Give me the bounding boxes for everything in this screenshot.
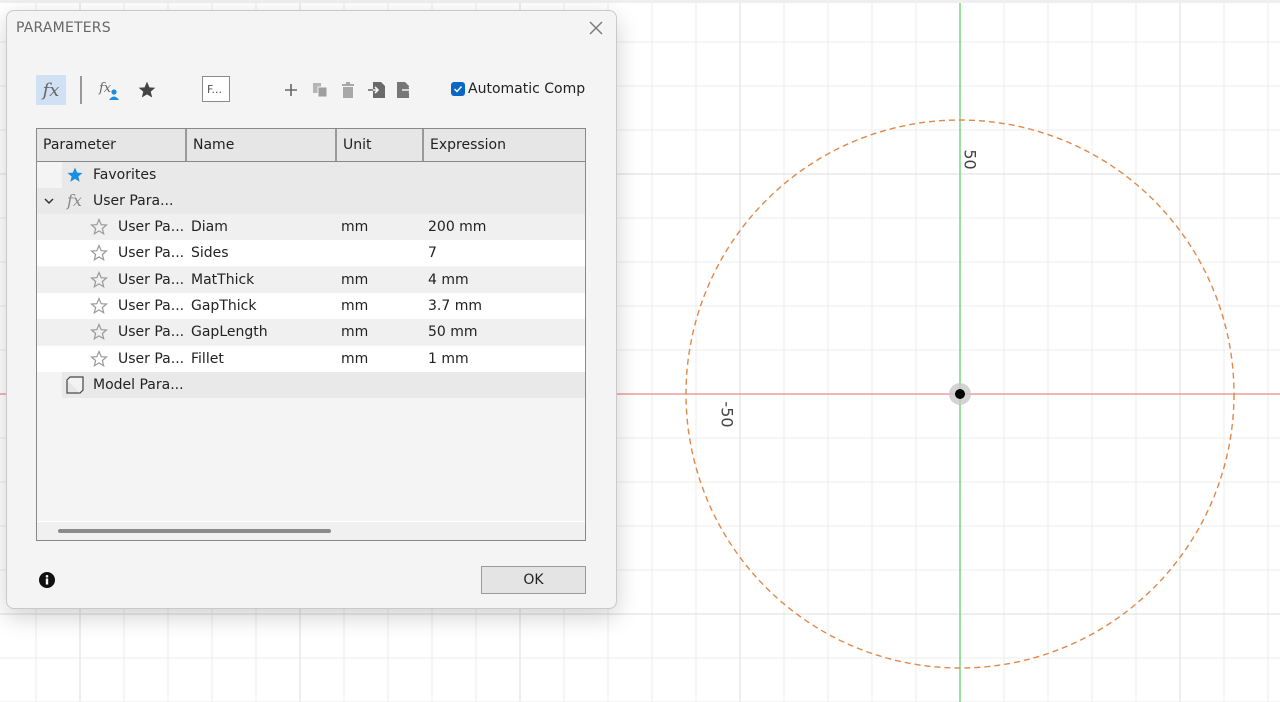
cell-parameter: User Pa... [118,324,185,341]
cell-unit[interactable]: mm [341,267,368,293]
favorite-star-filled-icon [67,167,83,182]
cell-parameter: User Pa... [118,271,185,288]
favorite-star-outline-icon[interactable] [90,218,108,236]
cell-expression[interactable]: 200 mm [428,214,486,240]
cell-expression[interactable]: 4 mm [428,267,469,293]
parameters-table: Parameter ▽ Name Unit Expression Favorit… [36,128,586,541]
favorites-filter-button[interactable] [132,75,162,105]
import-icon [368,82,385,98]
import-button[interactable] [362,75,392,105]
cell-name[interactable]: MatThick [191,267,254,293]
toolbar-separator [80,76,82,104]
automatic-compute-label: Automatic Comp [468,81,586,97]
dimension-label-top: 50 [960,149,980,170]
horizontal-scrollbar[interactable] [37,521,585,540]
dialog-title: PARAMETERS [16,20,111,36]
cell-name[interactable]: GapLength [191,319,268,345]
table-row[interactable]: User Pa... MatThick mm 4 mm [37,266,585,293]
group-label: Favorites [93,167,157,183]
all-parameters-button[interactable]: fx [36,75,66,105]
cell-expression[interactable]: 50 mm [428,319,478,345]
column-header-expression[interactable]: Expression [424,129,585,161]
table-row[interactable]: User Pa... Diam mm 200 mm [37,214,585,240]
toolbar: fx fx F... Automatic Comp [36,75,596,107]
close-button[interactable] [587,19,605,37]
sort-indicator-icon: ▽ [107,138,114,147]
group-label: User Para... [93,193,174,209]
group-label: Model Para... [93,377,184,393]
table-row[interactable]: User Pa... Fillet mm 1 mm [37,345,585,372]
favorite-star-outline-icon[interactable] [90,270,108,289]
group-row-user-parameters[interactable]: fx User Para... [37,188,585,214]
table-row[interactable]: User Pa... GapThick mm 3.7 mm [37,292,585,319]
cell-expression[interactable]: 7 [428,240,437,266]
cell-unit[interactable]: mm [341,346,368,372]
table-row[interactable]: User Pa... GapLength mm 50 mm [37,319,585,346]
favorite-star-outline-icon[interactable] [90,244,108,262]
cell-unit[interactable]: mm [341,319,368,345]
group-row-favorites[interactable]: Favorites [62,162,585,188]
origin-point[interactable] [955,389,965,399]
chevron-down-icon[interactable] [44,197,54,205]
ok-button[interactable]: OK [481,566,586,594]
cell-parameter: User Pa... [118,350,185,367]
automatic-compute-checkbox[interactable]: Automatic Comp [451,81,587,97]
add-parameter-button[interactable] [276,75,306,105]
filter-input[interactable]: F... [202,76,230,102]
cell-expression[interactable]: 1 mm [428,346,469,372]
export-icon [397,82,414,98]
delete-parameter-button[interactable] [333,75,363,105]
column-header-name[interactable]: Name [187,129,337,161]
user-parameters-button[interactable]: fx [94,75,124,105]
scrollbar-thumb[interactable] [58,529,331,533]
favorite-star-outline-icon[interactable] [90,323,108,341]
cell-name[interactable]: Diam [191,214,228,240]
info-icon[interactable] [39,572,55,588]
close-icon [589,21,603,35]
dimension-label-left: -50 [717,401,737,428]
parameters-dialog: PARAMETERS fx fx F... Automatic Comp Par… [6,10,617,609]
cell-expression[interactable]: 3.7 mm [428,293,482,319]
fx-icon: fx [42,79,60,101]
star-icon [138,81,156,98]
copy-parameter-button[interactable] [305,75,335,105]
column-header-parameter[interactable]: Parameter ▽ [37,129,187,161]
table-row[interactable]: User Pa... Sides 7 [37,240,585,267]
cell-parameter: User Pa... [118,297,185,314]
copy-icon [313,83,328,98]
svg-text:fx: fx [98,81,112,96]
fx-user-icon: fx [98,81,119,100]
favorite-star-outline-icon[interactable] [90,349,108,368]
fx-icon: fx [67,191,82,210]
cell-name[interactable]: GapThick [191,293,256,319]
group-row-model-parameters[interactable]: Model Para... [62,372,585,398]
table-header: Parameter ▽ Name Unit Expression [37,129,585,162]
cell-parameter: User Pa... [118,219,185,235]
cell-name[interactable]: Fillet [191,346,224,372]
export-button[interactable] [390,75,420,105]
column-header-unit[interactable]: Unit [337,129,424,161]
model-box-icon [66,376,84,394]
checkbox-checked-icon [451,82,465,96]
favorite-star-outline-icon[interactable] [90,296,108,315]
plus-icon [285,84,297,96]
cell-parameter: User Pa... [118,245,185,262]
cell-unit[interactable]: mm [341,293,368,319]
cell-unit[interactable]: mm [341,214,368,240]
trash-icon [342,82,354,98]
top-strip [0,0,1280,3]
cell-name[interactable]: Sides [191,240,229,266]
